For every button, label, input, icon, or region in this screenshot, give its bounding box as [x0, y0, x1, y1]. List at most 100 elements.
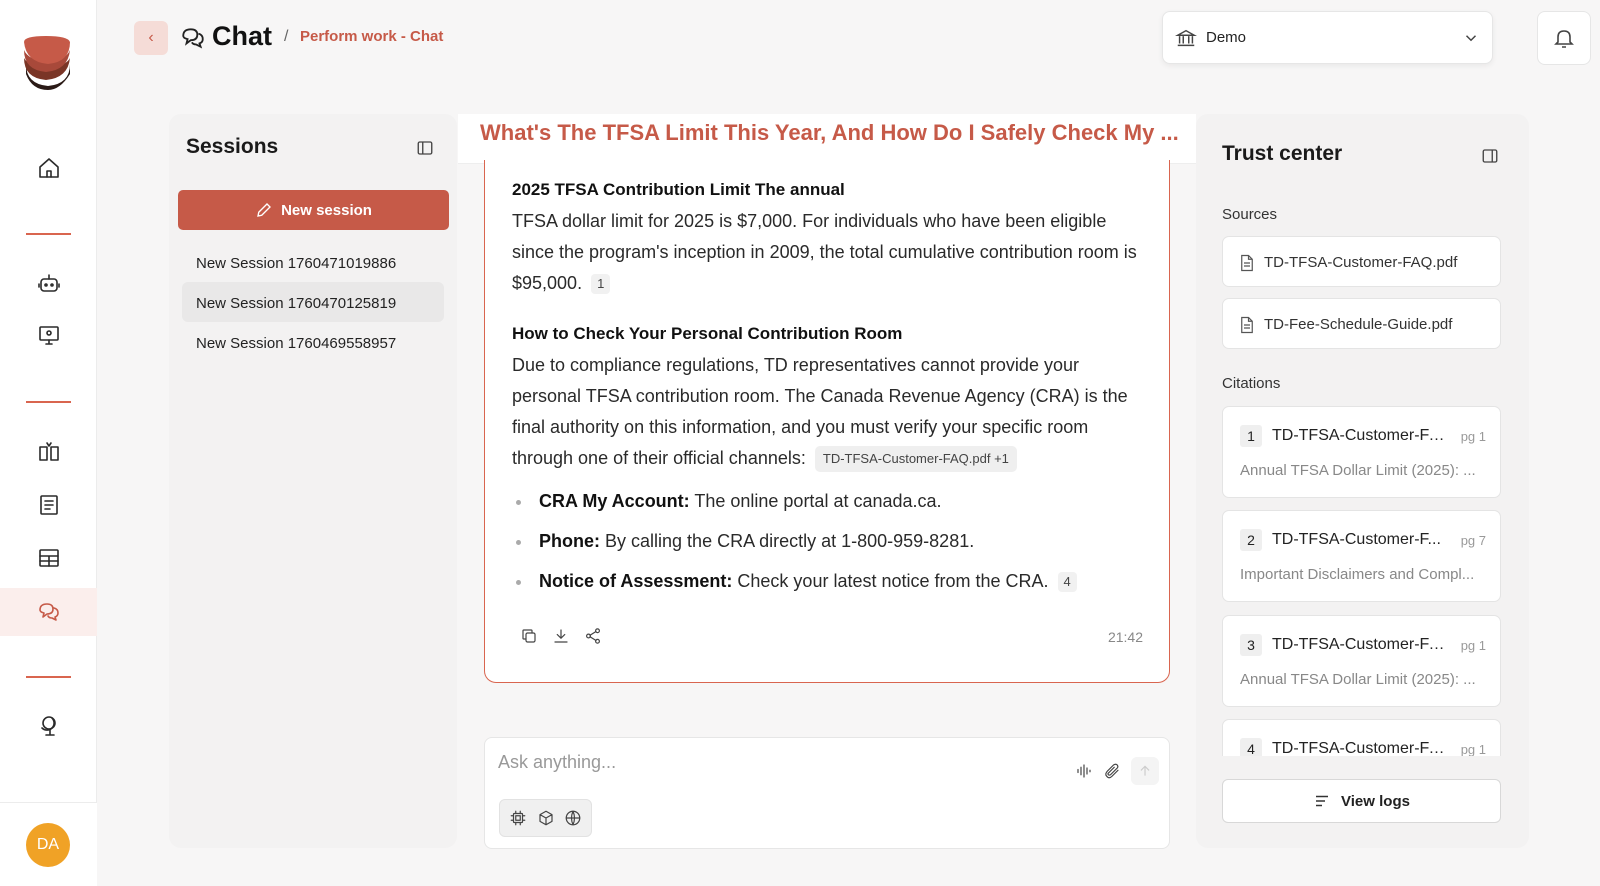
- rail-tables[interactable]: [0, 534, 97, 582]
- avatar[interactable]: DA: [26, 823, 70, 867]
- citation-card[interactable]: 2 TD-TFSA-Customer-F... pg 7 Important D…: [1222, 510, 1501, 602]
- chevron-left-icon: ‹: [148, 29, 154, 46]
- compare-columns-icon: [38, 442, 59, 461]
- rail-documents[interactable]: [0, 481, 97, 529]
- citation-snippet: Important Disclaimers and Compl...: [1240, 566, 1475, 583]
- sessions-title: Sessions: [186, 135, 279, 158]
- breadcrumb[interactable]: Perform work - Chat: [300, 28, 443, 45]
- session-item[interactable]: New Session 1760471019886: [182, 242, 444, 282]
- document-list-icon: [39, 495, 58, 515]
- view-logs-button[interactable]: View logs: [1222, 779, 1501, 823]
- citations-label: Citations: [1222, 375, 1281, 392]
- message-input[interactable]: [498, 752, 1038, 773]
- rail-chat[interactable]: [0, 588, 97, 636]
- chat-bubbles-icon: [38, 603, 59, 621]
- rail-divider: [26, 401, 71, 403]
- file-icon: [1241, 316, 1253, 334]
- voice-waveform-icon[interactable]: [1075, 762, 1093, 780]
- composer-tools: [499, 799, 592, 837]
- answer-paragraph: TFSA dollar limit for 2025 is $7,000. Fo…: [512, 206, 1152, 299]
- citation-page: pg 1: [1460, 638, 1486, 653]
- share-icon[interactable]: [584, 627, 602, 645]
- monitor-settings-icon: [38, 326, 59, 345]
- composer-actions: [1075, 757, 1159, 785]
- source-card[interactable]: TD-Fee-Schedule-Guide.pdf: [1222, 298, 1501, 349]
- citation-page: pg 1: [1460, 429, 1486, 444]
- sources-label: Sources: [1222, 206, 1278, 223]
- back-button[interactable]: ‹: [134, 21, 168, 55]
- list-item: CRA My Account: The online portal at can…: [516, 491, 1139, 512]
- citation-page: pg 1: [1460, 742, 1486, 756]
- message-timestamp: 21:42: [1107, 629, 1143, 645]
- answer-heading: 2025 TFSA Contribution Limit The annual: [512, 180, 845, 199]
- brand-logo[interactable]: [20, 34, 76, 90]
- rail-divider: [26, 676, 71, 678]
- chat-composer: [484, 737, 1170, 849]
- citation-number: 2: [1240, 529, 1262, 551]
- citation-source: TD-TFSA-Customer-FA...: [1272, 636, 1448, 653]
- bell-icon: [1554, 30, 1574, 48]
- panel-toggle-icon[interactable]: [1481, 147, 1499, 165]
- chat-bubbles-icon: [182, 28, 204, 49]
- left-nav-rail: DA: [0, 0, 97, 886]
- chevron-down-icon: [1465, 35, 1477, 42]
- session-item[interactable]: New Session 1760470125819: [182, 282, 444, 322]
- rail-home[interactable]: [0, 144, 97, 192]
- top-header: ‹ Chat / Perform work - Chat Demo: [97, 0, 1600, 78]
- citation-snippet: Annual TFSA Dollar Limit (2025): ...: [1240, 671, 1476, 688]
- satellite-icon: [40, 716, 56, 736]
- citation-marker[interactable]: 1: [591, 274, 611, 295]
- source-name: TD-TFSA-Customer-FAQ.pdf: [1264, 254, 1458, 271]
- sessions-panel: Sessions New session New Session 1760471…: [169, 114, 457, 848]
- list-item: Phone: By calling the CRA directly at 1-…: [516, 531, 1139, 552]
- source-chip[interactable]: TD-TFSA-Customer-FAQ.pdf +1: [814, 446, 1017, 473]
- rail-agents[interactable]: [0, 259, 97, 307]
- citation-card[interactable]: 1 TD-TFSA-Customer-FA... pg 1 Annual TFS…: [1222, 406, 1501, 498]
- send-button[interactable]: [1131, 757, 1159, 785]
- rail-divider: [26, 233, 71, 235]
- citation-number: 4: [1240, 738, 1262, 756]
- citations-list[interactable]: 1 TD-TFSA-Customer-FA... pg 1 Annual TFS…: [1222, 406, 1501, 756]
- bullet-text: The online portal at canada.ca.: [694, 491, 942, 511]
- assistant-message: 2025 TFSA Contribution Limit The annual …: [484, 160, 1170, 683]
- globe-icon[interactable]: [564, 809, 582, 827]
- rail-broadcast[interactable]: [0, 703, 97, 751]
- citation-source: TD-TFSA-Customer-F...: [1272, 531, 1441, 548]
- cube-icon[interactable]: [537, 809, 555, 827]
- citation-card[interactable]: 4 TD-TFSA-Customer-FA... pg 1: [1222, 719, 1501, 756]
- citation-source: TD-TFSA-Customer-FA...: [1272, 427, 1448, 444]
- citation-card[interactable]: 3 TD-TFSA-Customer-FA... pg 1 Annual TFS…: [1222, 615, 1501, 707]
- chip-icon[interactable]: [509, 809, 527, 827]
- new-session-button[interactable]: New session: [178, 190, 449, 230]
- copy-icon[interactable]: [520, 627, 538, 645]
- source-name: TD-Fee-Schedule-Guide.pdf: [1264, 316, 1453, 333]
- breadcrumb-separator: /: [284, 28, 289, 45]
- list-icon: [1316, 795, 1329, 807]
- message-actions: [520, 627, 602, 645]
- notifications-button[interactable]: [1537, 11, 1591, 65]
- source-card[interactable]: TD-TFSA-Customer-FAQ.pdf: [1222, 236, 1501, 287]
- citation-source: TD-TFSA-Customer-FA...: [1272, 740, 1448, 756]
- home-icon: [38, 158, 59, 178]
- sidebar-toggle-icon[interactable]: [416, 139, 434, 157]
- new-session-label: New session: [281, 201, 372, 219]
- rail-compare[interactable]: [0, 428, 97, 476]
- page-title: Chat: [212, 21, 272, 51]
- trust-center-title: Trust center: [1222, 142, 1343, 165]
- trust-center-panel: Trust center Sources TD-TFSA-Customer-FA…: [1196, 114, 1529, 848]
- list-item: Notice of Assessment: Check your latest …: [516, 571, 1139, 593]
- bullet-term: Notice of Assessment:: [539, 571, 733, 591]
- download-icon[interactable]: [552, 627, 570, 645]
- citation-number: 3: [1240, 634, 1262, 656]
- session-item[interactable]: New Session 1760469558957: [182, 322, 444, 362]
- rail-workstations[interactable]: [0, 311, 97, 359]
- bank-icon: [1175, 29, 1197, 47]
- organization-select[interactable]: Demo: [1162, 11, 1493, 64]
- table-icon: [38, 549, 59, 567]
- citation-marker[interactable]: 4: [1057, 572, 1077, 593]
- answer-paragraph: Due to compliance regulations, TD repres…: [512, 350, 1152, 474]
- arrow-up-icon: [1140, 765, 1150, 776]
- file-icon: [1241, 254, 1253, 272]
- paperclip-icon[interactable]: [1103, 762, 1121, 780]
- bullet-term: CRA My Account:: [539, 491, 690, 511]
